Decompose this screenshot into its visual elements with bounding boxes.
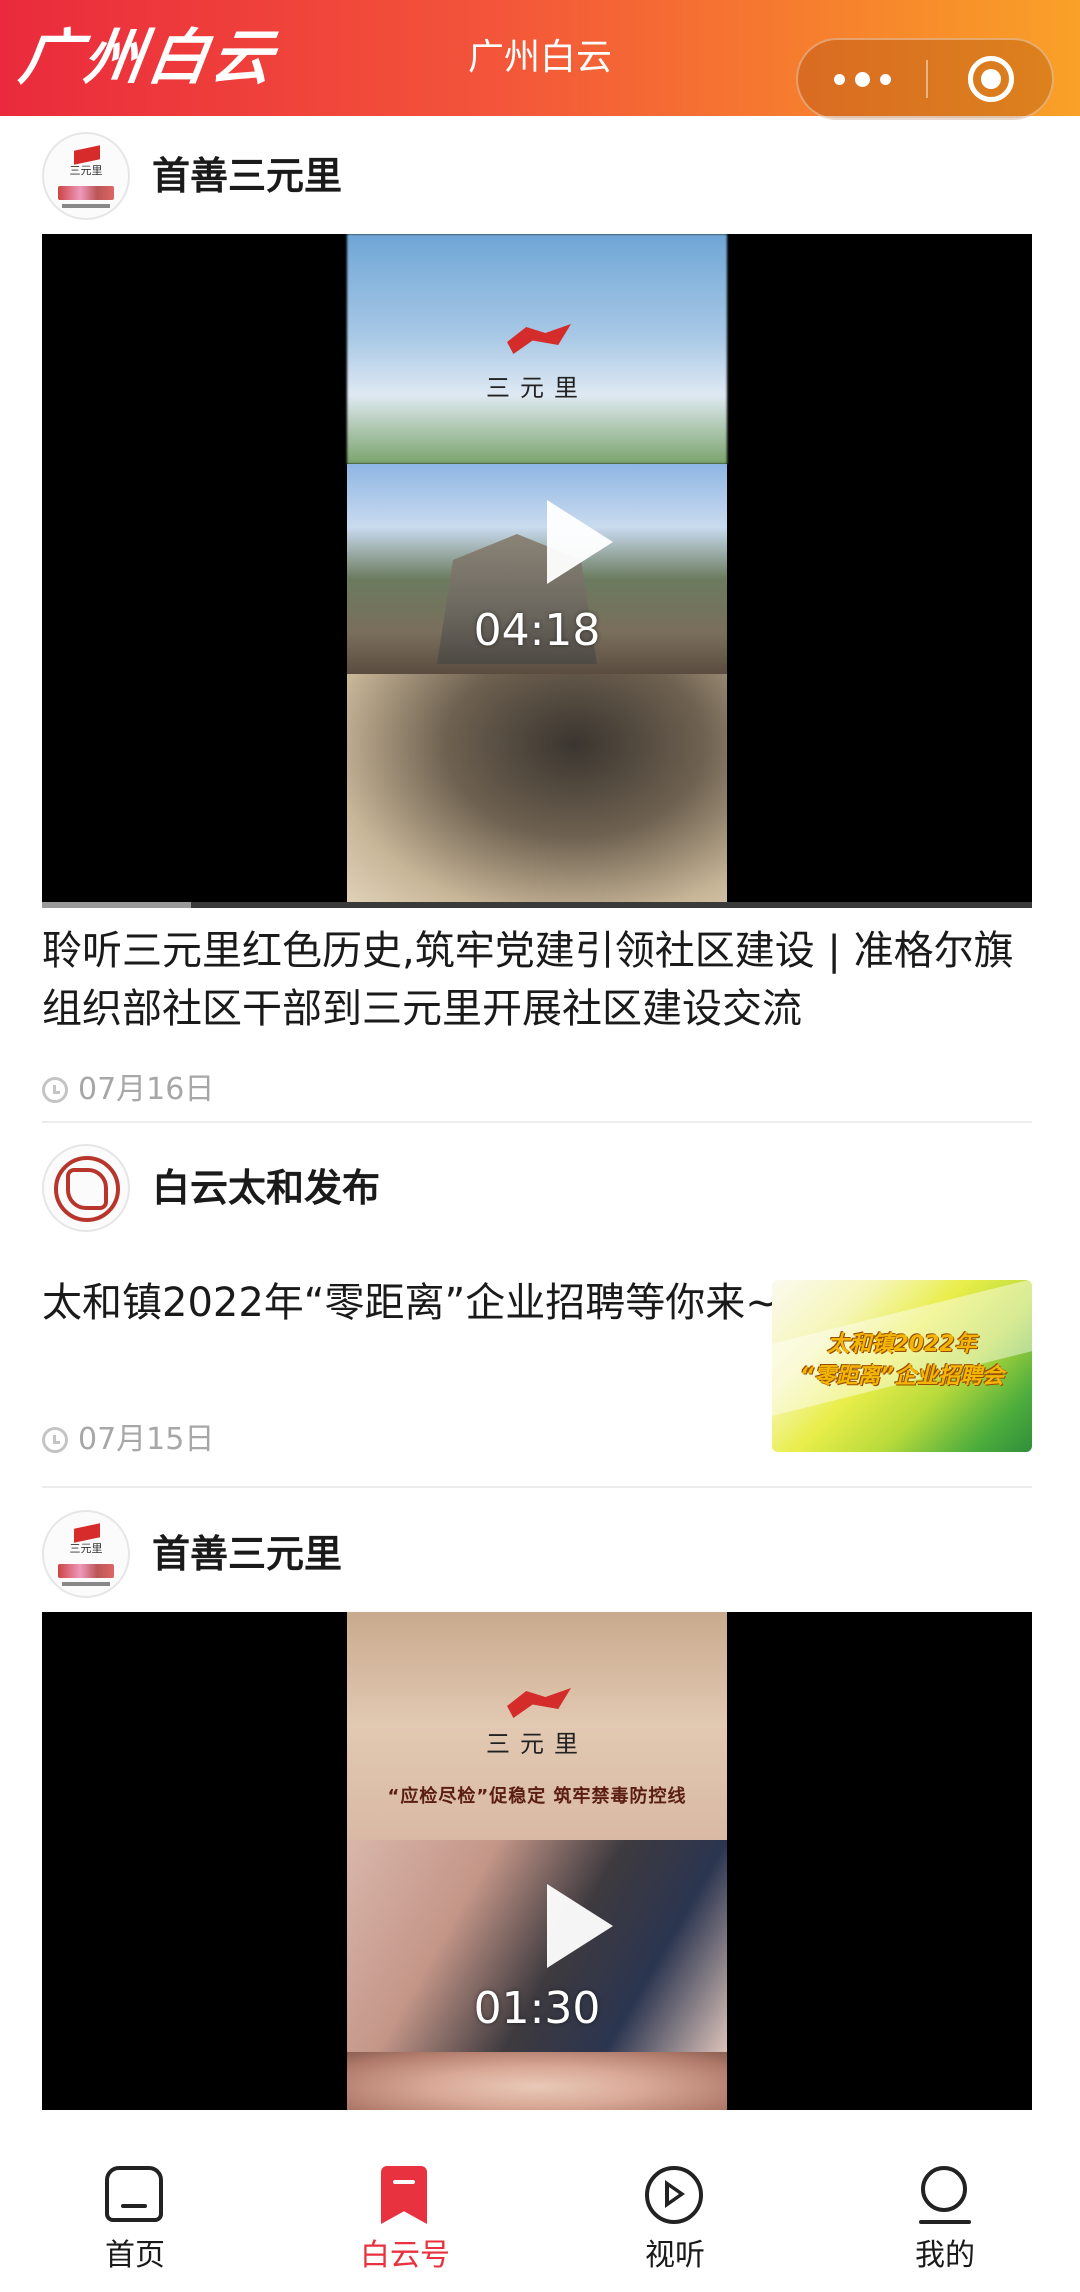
tab-label: 视听 (645, 2238, 705, 2273)
miniprogram-capsule (796, 38, 1054, 120)
tab-label: 首页 (105, 2238, 165, 2273)
thumbnail-text-line1: 太和镇2022年 (827, 1332, 977, 1357)
article-date-row: 07月16日 (42, 1070, 214, 1110)
flag-icon (74, 145, 100, 165)
clock-icon (42, 1427, 68, 1453)
account-avatar[interactable]: 三元里 (42, 1510, 130, 1598)
capsule-divider (926, 60, 928, 98)
account-name[interactable]: 首善三元里 (152, 1529, 342, 1579)
more-options-button[interactable] (798, 40, 926, 118)
play-icon[interactable] (547, 500, 613, 584)
close-miniprogram-icon[interactable] (968, 56, 1014, 102)
feed-divider (42, 1121, 1032, 1123)
feed-divider (42, 1486, 1032, 1488)
account-avatar[interactable]: 三元里 (42, 132, 130, 220)
user-icon (915, 2166, 975, 2226)
tab-audio-video[interactable]: 视听 (540, 2110, 810, 2292)
video-progress-fill (42, 902, 191, 908)
avatar-brand-text: 三元里 (69, 164, 103, 177)
account-avatar[interactable] (42, 1144, 130, 1232)
video-progress-bar[interactable] (42, 902, 1032, 908)
play-icon[interactable] (547, 1884, 613, 1968)
article-thumbnail[interactable]: 太和镇2022年 “零距离”企业招聘会 (772, 1280, 1032, 1452)
clock-icon (42, 1077, 68, 1103)
tab-label: 白云号 (360, 2238, 450, 2273)
home-icon (105, 2166, 165, 2226)
video-brand-text: 三元里 (486, 374, 588, 402)
article-date-row: 07月15日 (42, 1420, 214, 1460)
video-player[interactable]: 三元里 04:18 (42, 234, 1032, 908)
account-name[interactable]: 首善三元里 (152, 151, 342, 201)
more-dots-icon (833, 73, 845, 85)
video-frame: 三元里 (347, 234, 727, 908)
video-brand-text: 三元里 (486, 1730, 588, 1758)
article-title[interactable]: 聆听三元里红色历史,筑牢党建引领社区建设 | 准格尔旗组织部社区干部到三元里开展… (42, 922, 1038, 1038)
bottom-tab-bar: 首页 白云号 视听 我的 (0, 2110, 1080, 2292)
account-row[interactable]: 三元里 首善三元里 (42, 1510, 342, 1598)
article-date: 07月16日 (78, 1072, 215, 1107)
flag-icon (74, 1523, 100, 1543)
account-row[interactable]: 三元里 首善三元里 (42, 132, 342, 220)
video-duration: 04:18 (473, 605, 601, 656)
video-player[interactable]: 三元里 “应检尽检”促稳定 筑牢禁毒防控线 01:30 (42, 1612, 1032, 2110)
avatar-brand-text: 三元里 (69, 1542, 103, 1555)
article-date: 07月15日 (78, 1422, 215, 1457)
thumbnail-text-line2: “零距离”企业招聘会 (799, 1364, 1005, 1389)
account-name[interactable]: 白云太和发布 (152, 1163, 380, 1213)
app-header: 广州白云 广州白云 (0, 0, 1080, 120)
bookmark-icon (375, 2166, 435, 2226)
tab-mine[interactable]: 我的 (810, 2110, 1080, 2292)
tab-baiyunhao[interactable]: 白云号 (270, 2110, 540, 2292)
tab-label: 我的 (915, 2238, 975, 2273)
account-row[interactable]: 白云太和发布 (42, 1144, 380, 1232)
article-title[interactable]: 太和镇2022年“零距离”企业招聘等你来~ (42, 1274, 782, 1332)
tab-home[interactable]: 首页 (0, 2110, 270, 2292)
play-circle-icon (645, 2166, 705, 2226)
video-slogan: “应检尽检”促稳定 筑牢禁毒防控线 (387, 1786, 687, 1807)
video-duration: 01:30 (473, 1983, 601, 2034)
